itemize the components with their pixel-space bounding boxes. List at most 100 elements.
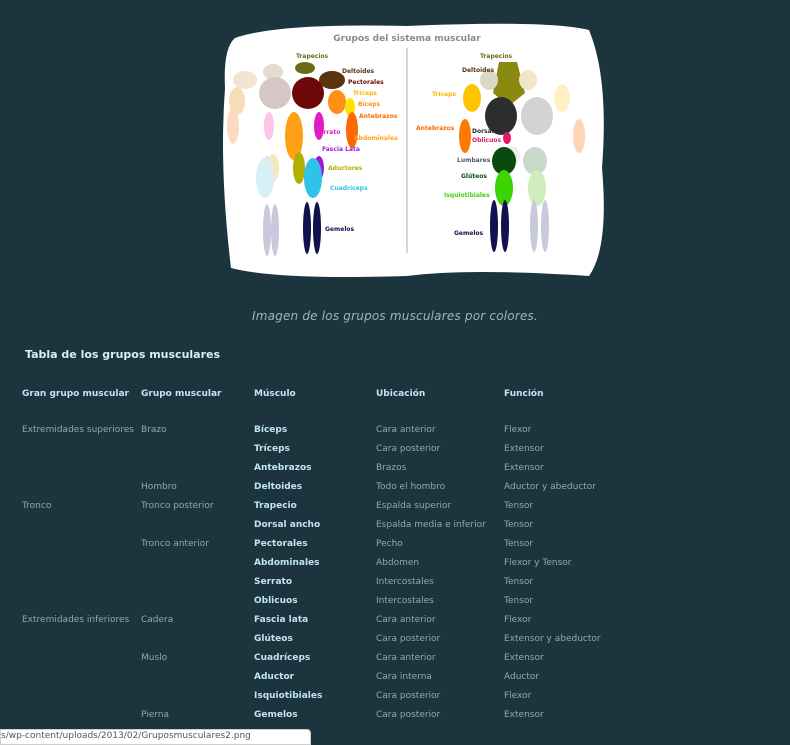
table-cell bbox=[138, 687, 251, 706]
table-cell bbox=[19, 554, 138, 573]
label-serrato-front: Serrato bbox=[315, 129, 340, 136]
label-gemelos-back: Gemelos bbox=[454, 230, 483, 237]
table-cell: Espalda superior bbox=[376, 501, 452, 511]
table-cell: Tensor bbox=[504, 520, 534, 530]
table-cell: Tensor bbox=[504, 577, 534, 587]
table-cell bbox=[19, 440, 138, 459]
table-cell: Fascia lata bbox=[254, 615, 309, 625]
table-row: Dorsal ancho Espalda media e inferior Tens… bbox=[19, 516, 617, 535]
table-cell: Tensor bbox=[504, 501, 534, 511]
table-row: Glúteos Cara posterior Extensor y abeducto… bbox=[19, 630, 617, 649]
table-row: Oblicuos Intercostales Tensor bbox=[19, 592, 617, 611]
label-gemelos-front: Gemelos bbox=[325, 226, 354, 233]
table-cell: Dorsal ancho bbox=[254, 520, 321, 530]
label-deltoides-front: Deltoides bbox=[342, 68, 375, 75]
muscle-groups-table: Gran grupo muscular Grupo muscular Múscu… bbox=[19, 384, 617, 725]
label-abdominales-front: Abdominales bbox=[354, 135, 398, 142]
table-cell: Aductor bbox=[254, 672, 295, 682]
label-fascia-lata-front: Fascia Lata bbox=[322, 146, 360, 153]
table-row: Extremidades superiores Brazo Bíceps Cara a… bbox=[19, 421, 617, 440]
table-cell: Flexor bbox=[504, 691, 532, 701]
table-row: Antebrazos Brazos Extensor bbox=[19, 459, 617, 478]
table-cell: Cara anterior bbox=[376, 653, 436, 663]
label-biceps-front: Bíceps bbox=[358, 101, 381, 108]
table-cell: Cadera bbox=[141, 615, 174, 625]
table-cell: Extensor bbox=[504, 444, 544, 454]
label-antebrazos-front: Antebrazos bbox=[359, 113, 398, 120]
table-cell: Extensor bbox=[504, 463, 544, 473]
table-row: Extremidades inferiores Cadera Fascia lata… bbox=[19, 611, 617, 630]
table-cell: Pecho bbox=[376, 539, 403, 549]
table-cell bbox=[138, 554, 251, 573]
table-cell: Pierna bbox=[141, 710, 170, 720]
label-trapecios-front: Trapecios bbox=[296, 53, 329, 60]
header-ubicacion: Ubicación bbox=[376, 389, 426, 399]
table-cell: Flexor bbox=[504, 615, 532, 625]
label-aductores-front: Aductores bbox=[328, 165, 363, 172]
table-cell: Isquiotibiales bbox=[254, 691, 323, 701]
table-cell: Gemelos bbox=[254, 710, 298, 720]
table-cell bbox=[19, 706, 138, 725]
status-bar-url: s/wp-content/uploads/2013/02/Gruposmuscu… bbox=[0, 729, 311, 745]
table-cell: Abdominales bbox=[254, 558, 320, 568]
muscle-diagram: Grupos del sistema muscular Trapecios De… bbox=[223, 23, 604, 277]
label-gluteos-back: Glúteos bbox=[461, 173, 487, 180]
table-cell: Tensor bbox=[504, 596, 534, 606]
table-cell: Extensor bbox=[504, 653, 544, 663]
table-row: Serrato Intercostales Tensor bbox=[19, 573, 617, 592]
figure-caption: Imagen de los grupos musculares por colo… bbox=[251, 309, 539, 323]
table-cell: Flexor y Tensor bbox=[504, 558, 572, 568]
table-cell: Tronco posterior bbox=[141, 501, 214, 511]
table-cell bbox=[19, 459, 138, 478]
table-cell bbox=[138, 668, 251, 687]
table-cell: Antebrazos bbox=[254, 463, 312, 473]
label-oblicuos-back: Oblicuos bbox=[472, 137, 501, 144]
table-cell bbox=[19, 687, 138, 706]
table-cell bbox=[138, 516, 251, 535]
table-cell: Cara anterior bbox=[376, 425, 436, 435]
table-cell: Tensor bbox=[504, 539, 534, 549]
table-cell: Tronco bbox=[22, 501, 52, 511]
table-cell: Aductor bbox=[504, 672, 540, 682]
table-cell bbox=[138, 630, 251, 649]
label-deltoides-back: Deltoides bbox=[462, 67, 495, 74]
table-cell: Trapecio bbox=[254, 501, 297, 511]
table-cell bbox=[19, 535, 138, 554]
table-cell bbox=[138, 573, 251, 592]
header-gran-grupo: Gran grupo muscular bbox=[22, 389, 129, 399]
label-pectorales-front: Pectorales bbox=[348, 79, 384, 86]
table-cell: Cuadríceps bbox=[254, 653, 311, 663]
table-row: Tríceps Cara posterior Extensor bbox=[19, 440, 617, 459]
table-cell: Intercostales bbox=[376, 577, 434, 587]
table-cell bbox=[19, 649, 138, 668]
table-cell bbox=[19, 478, 138, 497]
table-cell: Hombro bbox=[141, 482, 177, 492]
table-cell bbox=[19, 668, 138, 687]
header-grupo: Grupo muscular bbox=[141, 389, 222, 399]
table-row: Aductor Cara interna Aductor bbox=[19, 668, 617, 687]
muscle-groups-figure: Grupos del sistema muscular Trapecios De… bbox=[217, 18, 606, 286]
table-section-title: Tabla de los grupos musculares bbox=[25, 348, 221, 361]
table-row: Pierna Gemelos Cara posterior Extensor bbox=[19, 706, 617, 725]
table-cell bbox=[19, 630, 138, 649]
header-funcion: Función bbox=[504, 389, 544, 399]
table-row: Muslo Cuadríceps Cara anterior Extensor bbox=[19, 649, 617, 668]
table-cell: Extremidades inferiores bbox=[22, 615, 130, 625]
table-cell bbox=[19, 516, 138, 535]
label-isquiotibiales-back: Isquiotibiales bbox=[444, 192, 490, 199]
table-cell: Todo el hombro bbox=[376, 482, 446, 492]
header-musculo: Músculo bbox=[254, 389, 296, 399]
table-cell: Bíceps bbox=[254, 425, 288, 435]
table-cell bbox=[19, 573, 138, 592]
label-lumbares-back: Lumbares bbox=[457, 157, 491, 164]
table-cell: Brazos bbox=[376, 463, 407, 473]
table-cell: Oblicuos bbox=[254, 596, 298, 606]
table-cell bbox=[138, 459, 251, 478]
table-row: Tronco anterior Pectorales Pecho Tensor bbox=[19, 535, 617, 554]
label-antebrazos-back: Antebrazos bbox=[416, 125, 455, 132]
table-cell: Abdomen bbox=[376, 558, 420, 568]
table-cell: Deltoides bbox=[254, 482, 303, 492]
table-cell: Tronco anterior bbox=[141, 539, 209, 549]
table-cell: Flexor bbox=[504, 425, 532, 435]
table-row: Abdominales Abdomen Flexor y Tensor bbox=[19, 554, 617, 573]
